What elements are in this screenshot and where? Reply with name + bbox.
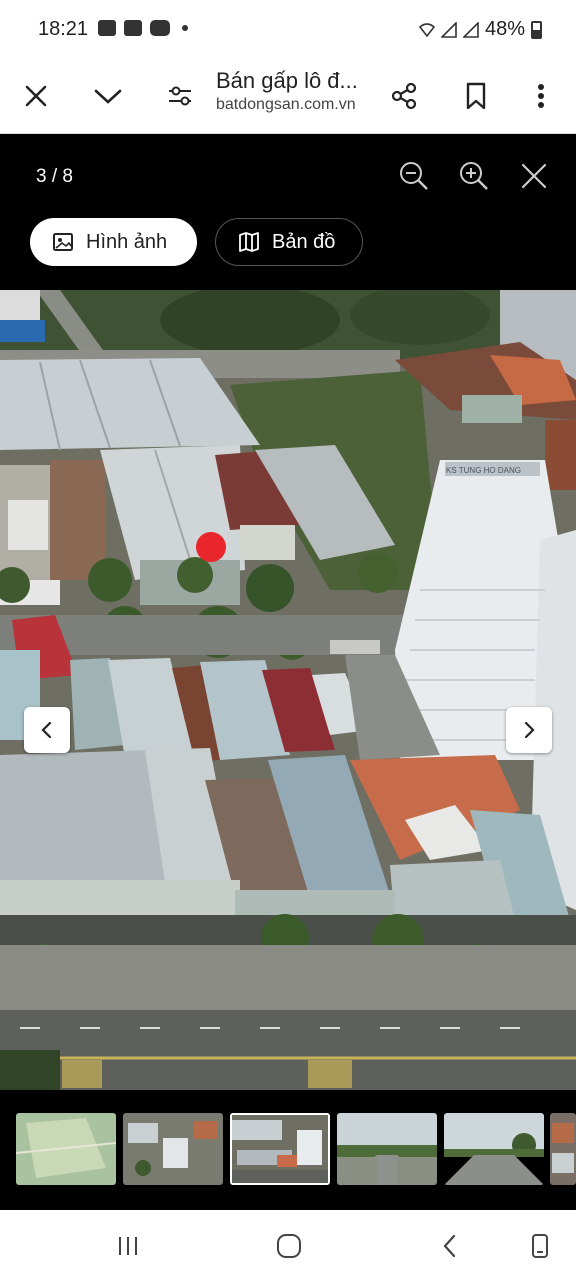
previous-image-button[interactable]: [24, 707, 70, 753]
battery-percent: 48%: [484, 18, 525, 40]
back-button[interactable]: [436, 1232, 464, 1260]
home-icon: [277, 1234, 301, 1258]
hotel-sign-text: KS TUNG HO DANG: [446, 466, 521, 475]
home-button[interactable]: [275, 1232, 303, 1260]
map-icon: [239, 232, 259, 252]
thumbnail-strip: [0, 1090, 576, 1210]
share-button[interactable]: [382, 74, 426, 118]
zoom-out-button[interactable]: [394, 156, 434, 196]
bookmark-icon: [466, 82, 486, 110]
collapse-button[interactable]: [86, 74, 130, 118]
image-icon: [53, 233, 73, 251]
page-title-area[interactable]: Bán gấp lô đ... batdongsan.com.vn: [216, 68, 376, 114]
tune-icon: [169, 86, 191, 106]
rotate-button[interactable]: [526, 1232, 554, 1260]
recent-apps-button[interactable]: [114, 1232, 142, 1260]
more-options-button[interactable]: [519, 74, 563, 118]
chevron-down-icon: [94, 89, 122, 104]
wifi-icon: [418, 22, 435, 37]
zoom-in-icon: [460, 162, 488, 190]
thumbnail-street-image: [337, 1113, 437, 1185]
status-bar: 18:21 48%: [0, 0, 576, 60]
site-settings-button[interactable]: [158, 74, 202, 118]
next-image-button[interactable]: [506, 707, 552, 753]
status-time: 18:21: [38, 18, 89, 40]
dot-icon: [182, 25, 188, 31]
battery-icon: [531, 20, 542, 39]
aerial-photo-image: KS TUNG HO DANG: [0, 290, 576, 1090]
thumbnail-item[interactable]: [444, 1113, 544, 1185]
thumbnail-item[interactable]: [16, 1113, 116, 1185]
close-viewer-button[interactable]: [514, 156, 554, 196]
tab-images-label: Hình ảnh: [86, 230, 168, 253]
thumbnail-item[interactable]: [550, 1113, 576, 1185]
news-icon: [124, 20, 142, 36]
thumbnail-street-image: [444, 1113, 544, 1185]
signal-icon: [440, 21, 457, 38]
zoom-out-icon: [400, 162, 428, 190]
image-icon: [98, 20, 116, 36]
system-navigation-bar: [0, 1210, 576, 1280]
tab-images[interactable]: Hình ảnh: [30, 218, 197, 266]
page-domain: batdongsan.com.vn: [216, 96, 356, 113]
main-photo[interactable]: KS TUNG HO DANG: [0, 290, 576, 1090]
thumbnail-aerial-image: [123, 1113, 223, 1185]
thumbnail-map-image: [16, 1113, 116, 1185]
tab-map[interactable]: Bản đồ: [215, 218, 363, 266]
chevron-left-icon: [41, 721, 52, 739]
rotate-icon: [532, 1234, 548, 1258]
page-title: Bán gấp lô đ...: [216, 68, 358, 93]
share-icon: [391, 82, 417, 110]
bookmark-button[interactable]: [454, 74, 498, 118]
youtube-icon: [150, 20, 170, 36]
thumbnail-item-selected[interactable]: [230, 1113, 330, 1185]
viewer-header: 3 / 8 Hình ảnh Bản đồ: [0, 134, 576, 290]
chevron-right-icon: [524, 721, 535, 739]
close-button[interactable]: [14, 74, 58, 118]
zoom-in-button[interactable]: [454, 156, 494, 196]
recent-apps-icon: [119, 1237, 137, 1255]
close-icon: [25, 85, 47, 107]
thumbnail-item[interactable]: [337, 1113, 437, 1185]
image-counter: 3 / 8: [36, 166, 73, 187]
more-vert-icon: [538, 84, 544, 108]
tab-map-label: Bản đồ: [272, 230, 336, 253]
back-icon: [443, 1234, 456, 1258]
thumbnail-aerial-image: [232, 1115, 328, 1183]
signal-icon-2: [462, 21, 479, 38]
close-icon: [521, 163, 547, 189]
browser-toolbar: Bán gấp lô đ... batdongsan.com.vn: [0, 60, 576, 134]
thumbnail-aerial-image: [550, 1113, 576, 1185]
thumbnail-item[interactable]: [123, 1113, 223, 1185]
